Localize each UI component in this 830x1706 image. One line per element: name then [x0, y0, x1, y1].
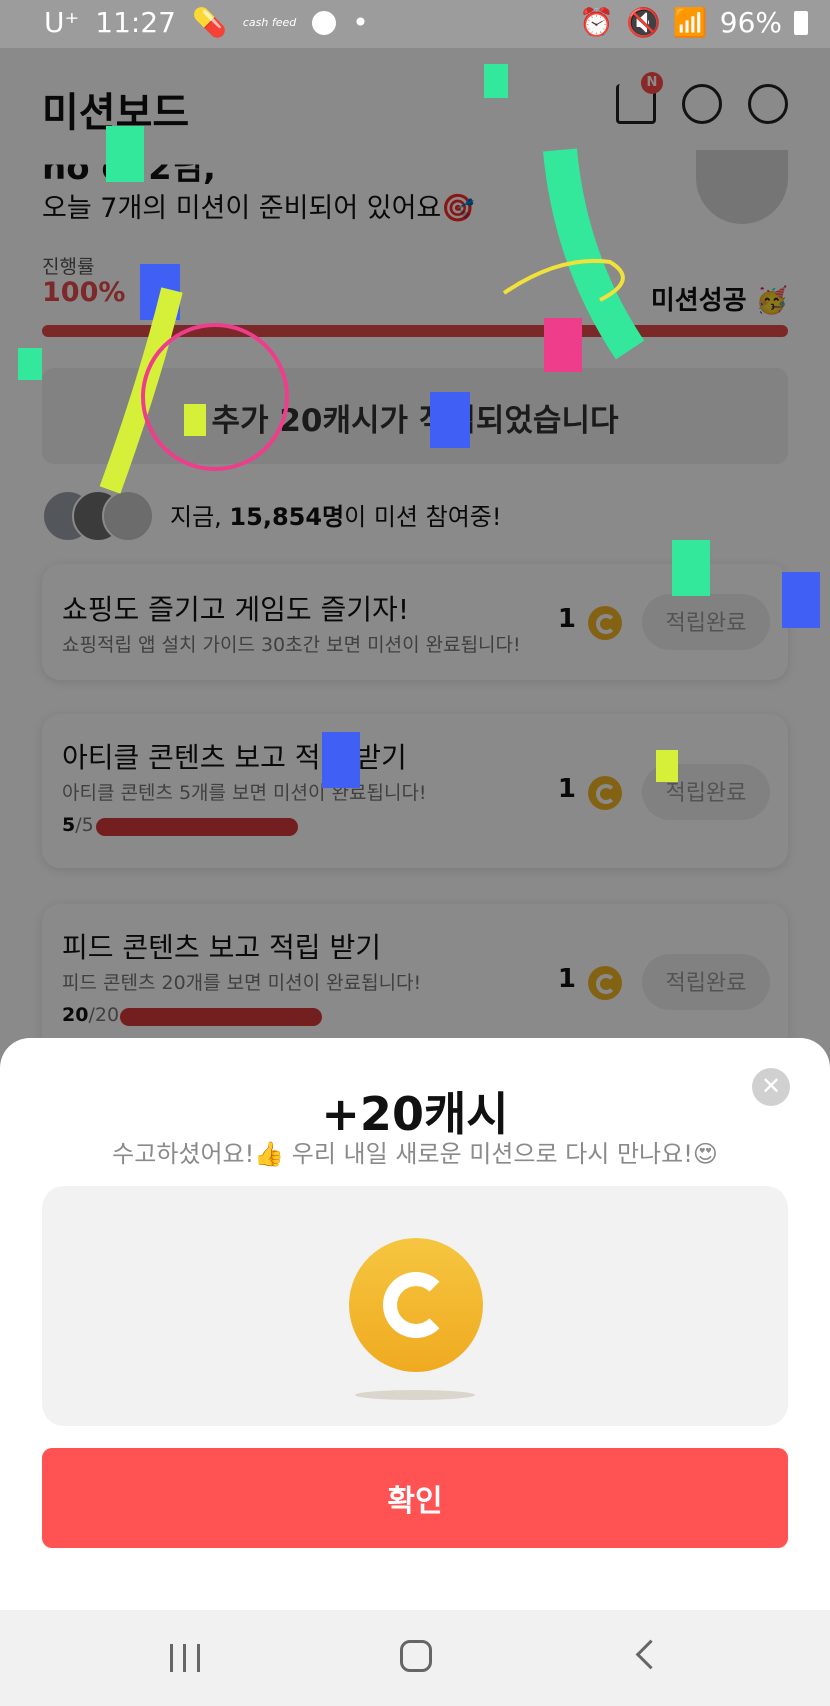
confetti-ribbon: [543, 148, 645, 360]
confetti-piece: [656, 750, 678, 782]
coin-illustration-box: [42, 1186, 788, 1426]
reward-subtitle: 수고하셨어요!👍 우리 내일 새로운 미션으로 다시 만나요!😍: [112, 1140, 718, 1168]
home-icon[interactable]: [400, 1640, 432, 1672]
confetti-ribbons: [99, 148, 645, 494]
confirm-button[interactable]: 확인: [42, 1448, 788, 1548]
confetti-piece: [782, 572, 820, 628]
back-icon[interactable]: [635, 1639, 666, 1670]
recent-apps-icon[interactable]: [170, 1644, 200, 1672]
reward-bottom-sheet: +20캐시 수고하셨어요!👍 우리 내일 새로운 미션으로 다시 만나요!😍 ✕…: [0, 1038, 830, 1610]
confetti-ribbon: [99, 287, 183, 494]
close-button[interactable]: ✕: [752, 1068, 790, 1106]
coin-shadow: [355, 1390, 475, 1400]
cash-coin-icon: [349, 1238, 483, 1372]
confetti-piece: [672, 540, 710, 596]
system-nav-bar: [0, 1610, 830, 1706]
confetti-ring: [141, 323, 289, 471]
confetti-piece: [322, 732, 360, 788]
